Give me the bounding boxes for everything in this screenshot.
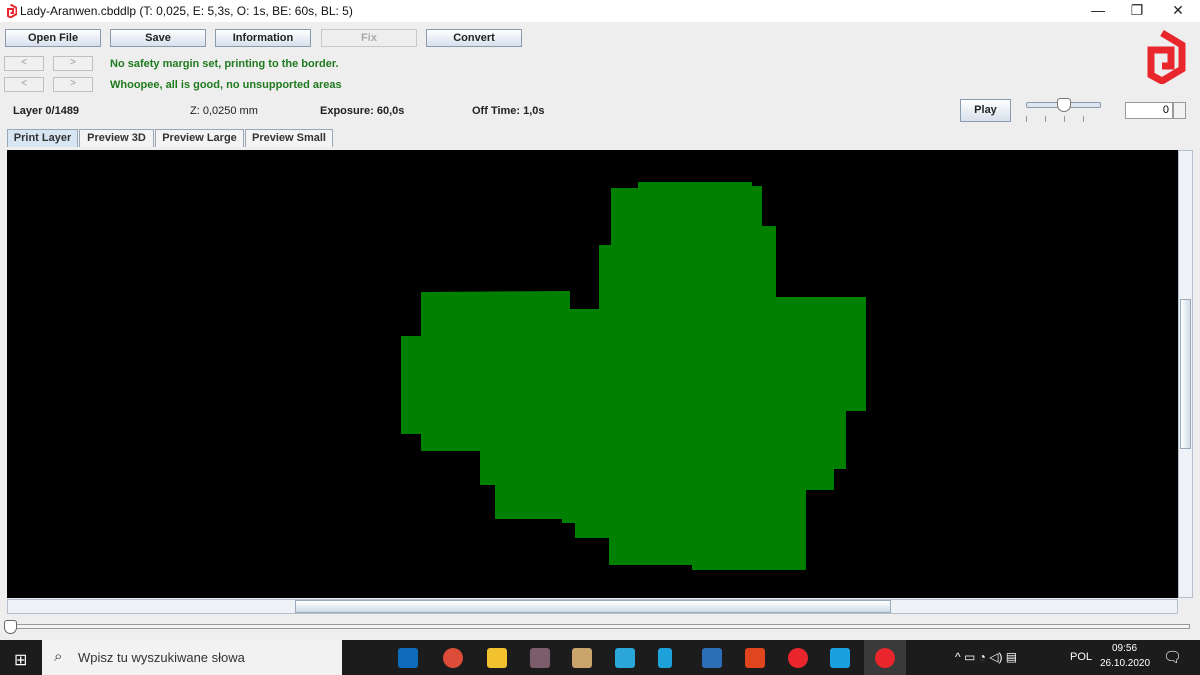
restore-button[interactable]: ❐: [1117, 0, 1157, 22]
app-logo-icon: [7, 4, 17, 18]
system-tray-icons[interactable]: ^ ▭ ◔ ◁) ▤: [955, 650, 1017, 664]
layer-spinner-input[interactable]: 0: [1125, 102, 1173, 119]
chrome-icon[interactable]: [443, 648, 463, 668]
language-indicator[interactable]: POL: [1070, 651, 1092, 663]
app-icon[interactable]: [830, 648, 850, 668]
search-icon: ⌕: [54, 648, 63, 665]
outlook-icon[interactable]: [398, 648, 418, 668]
minimize-button[interactable]: —: [1078, 0, 1118, 22]
office-icon[interactable]: [745, 648, 765, 668]
vertical-scrollbar[interactable]: [1178, 150, 1193, 598]
tab-preview-small[interactable]: Preview Small: [245, 129, 333, 147]
file-explorer-icon[interactable]: [487, 648, 507, 668]
tab-preview-large[interactable]: Preview Large: [155, 129, 244, 147]
window-title: Lady-Aranwen.cbddlp (T: 0,025, E: 5,3s, …: [20, 4, 353, 18]
play-button[interactable]: Play: [960, 99, 1011, 122]
clock-time[interactable]: 09:56: [1112, 643, 1137, 654]
layer-slider-thumb[interactable]: [4, 620, 17, 634]
layer-spinner-arrows[interactable]: [1173, 102, 1186, 119]
clock-date[interactable]: 26.10.2020: [1100, 658, 1150, 669]
paint-icon[interactable]: [572, 648, 592, 668]
app-icon[interactable]: [658, 648, 672, 668]
tab-preview-3d[interactable]: Preview 3D: [79, 129, 154, 147]
horizontal-scrollbar[interactable]: [7, 599, 1178, 614]
vertical-scroll-thumb[interactable]: [1180, 299, 1191, 449]
off-time-label: Off Time: 1,0s: [472, 105, 545, 117]
prev-margin-button[interactable]: <: [4, 56, 44, 71]
next-unsupported-button[interactable]: >: [53, 77, 93, 92]
notifications-icon[interactable]: 🗨: [1163, 648, 1182, 666]
layer-image: [401, 182, 866, 570]
speed-ticks: [1026, 116, 1102, 122]
layer-slider[interactable]: [8, 624, 1190, 629]
prev-unsupported-button[interactable]: <: [4, 77, 44, 92]
layer-label: Layer 0/1489: [13, 105, 80, 117]
close-button[interactable]: ✕: [1158, 0, 1198, 22]
margin-message: No safety margin set, printing to the bo…: [110, 58, 339, 70]
windows-start-icon[interactable]: ⊞: [14, 650, 27, 670]
layer-canvas[interactable]: [7, 150, 1178, 598]
app-icon[interactable]: [702, 648, 722, 668]
chitubox-icon[interactable]: [788, 648, 808, 668]
tab-print-layer[interactable]: Print Layer: [7, 129, 78, 147]
app-icon[interactable]: [530, 648, 550, 668]
app-icon[interactable]: [615, 648, 635, 668]
taskbar-search-input[interactable]: Wpisz tu wyszukiwane słowa: [42, 640, 342, 675]
open-file-button[interactable]: Open File: [5, 29, 101, 47]
exposure-label: Exposure: 60,0s: [320, 105, 405, 117]
horizontal-scroll-thumb[interactable]: [295, 600, 891, 613]
information-button[interactable]: Information: [215, 29, 311, 47]
next-margin-button[interactable]: >: [53, 56, 93, 71]
speed-slider-thumb[interactable]: [1057, 98, 1071, 112]
layer-slice-shape: [401, 182, 866, 570]
title-bar: Lady-Aranwen.cbddlp (T: 0,025, E: 5,3s, …: [0, 0, 1200, 22]
brand-logo-icon: [1147, 30, 1186, 84]
active-app-highlight[interactable]: [864, 640, 906, 675]
save-button[interactable]: Save: [110, 29, 206, 47]
photon-viewer-icon: [875, 648, 895, 668]
supports-message: Whoopee, all is good, no unsupported are…: [110, 79, 342, 91]
convert-button[interactable]: Convert: [426, 29, 522, 47]
fix-button[interactable]: Fix: [321, 29, 417, 47]
z-label: Z: 0,0250 mm: [190, 105, 258, 117]
